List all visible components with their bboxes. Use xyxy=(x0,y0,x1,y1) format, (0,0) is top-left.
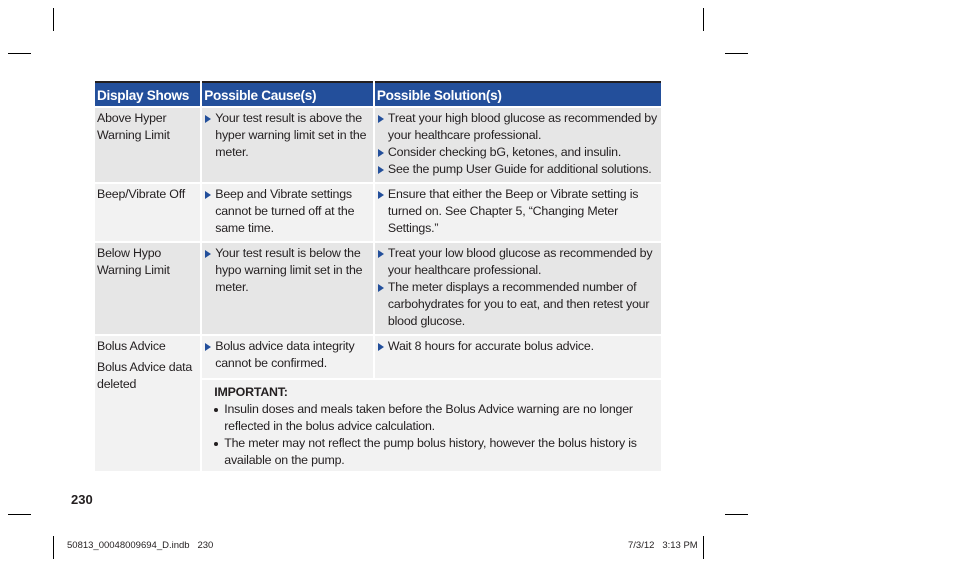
triangle-bullet-icon xyxy=(377,115,384,123)
list-item: Beep and Vibrate settings cannot be turn… xyxy=(204,186,371,237)
crop-mark xyxy=(703,536,704,559)
list-item: Insulin doses and meals taken before the… xyxy=(214,401,649,435)
dot-bullet-icon xyxy=(214,442,219,446)
page-number: 230 xyxy=(71,492,93,507)
slug-datetime: 7/3/12 3:13 PM xyxy=(628,540,698,551)
cause-cell: Your test result is above the hyper warn… xyxy=(201,106,375,183)
triangle-bullet-icon xyxy=(377,250,384,258)
solution-text: Treat your low blood glucose as recommen… xyxy=(387,246,653,277)
cause-text: Bolus advice data integrity cannot be co… xyxy=(215,339,355,370)
triangle-bullet-icon xyxy=(377,149,384,157)
triangle-bullet-icon xyxy=(205,115,212,123)
triangle-bullet-icon xyxy=(205,191,212,199)
list-item: Bolus advice data integrity cannot be co… xyxy=(204,338,371,372)
important-note: IMPORTANT: Insulin doses and meals taken… xyxy=(201,378,661,471)
table-row: Above Hyper Warning Limit Your test resu… xyxy=(95,106,661,183)
header-possible-solutions: Possible Solution(s) xyxy=(373,81,661,107)
crop-mark xyxy=(725,53,748,54)
crop-mark xyxy=(703,8,704,31)
cause-text: Your test result is below the hypo warni… xyxy=(215,246,363,294)
list-item: Wait 8 hours for accurate bolus advice. xyxy=(377,338,659,355)
triangle-bullet-icon xyxy=(377,191,384,199)
triangle-bullet-icon xyxy=(377,166,384,174)
display-cell: Bolus Advice Bolus Advice data deleted xyxy=(95,334,203,471)
triangle-bullet-icon xyxy=(377,343,384,351)
important-text: The meter may not reflect the pump bolus… xyxy=(224,436,637,467)
table-header-row: Display Shows Possible Cause(s) Possible… xyxy=(95,81,661,107)
triangle-bullet-icon xyxy=(377,284,384,292)
crop-mark xyxy=(53,8,54,31)
display-text: Bolus Advice data deleted xyxy=(97,360,193,391)
display-text: Bolus Advice xyxy=(97,339,166,353)
cause-text: Beep and Vibrate settings cannot be turn… xyxy=(215,187,355,235)
list-item: Your test result is above the hyper warn… xyxy=(204,110,371,161)
solution-cell: Treat your high blood glucose as recomme… xyxy=(373,106,661,183)
triangle-bullet-icon xyxy=(205,343,212,351)
triangle-bullet-icon xyxy=(205,250,212,258)
dot-bullet-icon xyxy=(214,408,219,412)
list-item: See the pump User Guide for additional s… xyxy=(377,161,659,178)
important-text: Insulin doses and meals taken before the… xyxy=(224,402,633,433)
cause-cell: Beep and Vibrate settings cannot be turn… xyxy=(201,182,375,242)
solution-text: The meter displays a recommended number … xyxy=(387,280,650,328)
list-item: Consider checking bG, ketones, and insul… xyxy=(377,144,659,161)
solution-text: Treat your high blood glucose as recomme… xyxy=(387,111,657,142)
solution-text: Wait 8 hours for accurate bolus advice. xyxy=(387,339,594,353)
table-row: Below Hypo Warning Limit Your test resul… xyxy=(95,241,661,335)
list-item: The meter may not reflect the pump bolus… xyxy=(214,435,649,469)
table-row: Bolus Advice Bolus Advice data deleted B… xyxy=(95,334,661,471)
list-item: Treat your high blood glucose as recomme… xyxy=(377,110,659,144)
list-item: Treat your low blood glucose as recommen… xyxy=(377,245,659,279)
crop-mark xyxy=(8,514,31,515)
header-display-shows: Display Shows xyxy=(95,81,203,107)
troubleshooting-table: Display Shows Possible Cause(s) Possible… xyxy=(95,81,661,471)
display-text: Above Hyper Warning Limit xyxy=(97,111,170,142)
display-cell: Above Hyper Warning Limit xyxy=(95,106,203,183)
cause-cell: Bolus advice data integrity cannot be co… xyxy=(201,334,375,379)
display-text: Beep/Vibrate Off xyxy=(97,187,185,201)
crop-mark xyxy=(725,514,748,515)
solution-cell: Treat your low blood glucose as recommen… xyxy=(373,241,661,335)
solution-text: Ensure that either the Beep or Vibrate s… xyxy=(387,187,639,235)
header-possible-causes: Possible Cause(s) xyxy=(201,81,375,107)
crop-mark xyxy=(53,536,54,559)
solution-text: Consider checking bG, ketones, and insul… xyxy=(387,145,622,159)
table-row: Beep/Vibrate Off Beep and Vibrate settin… xyxy=(95,182,661,242)
display-text: Below Hypo Warning Limit xyxy=(97,246,170,277)
slug-file-info: 50813_00048009694_D.indb 230 xyxy=(67,540,214,551)
crop-mark xyxy=(8,53,31,54)
important-title: IMPORTANT: xyxy=(214,385,288,399)
solution-cell: Wait 8 hours for accurate bolus advice. xyxy=(373,334,661,379)
solution-cell: Ensure that either the Beep or Vibrate s… xyxy=(373,182,661,242)
cause-cell: Your test result is below the hypo warni… xyxy=(201,241,375,335)
list-item: Ensure that either the Beep or Vibrate s… xyxy=(377,186,659,237)
solution-text: See the pump User Guide for additional s… xyxy=(387,162,652,176)
list-item: Your test result is below the hypo warni… xyxy=(204,245,371,296)
display-cell: Beep/Vibrate Off xyxy=(95,182,203,242)
list-item: The meter displays a recommended number … xyxy=(377,279,659,330)
cause-text: Your test result is above the hyper warn… xyxy=(215,111,367,159)
display-cell: Below Hypo Warning Limit xyxy=(95,241,203,335)
